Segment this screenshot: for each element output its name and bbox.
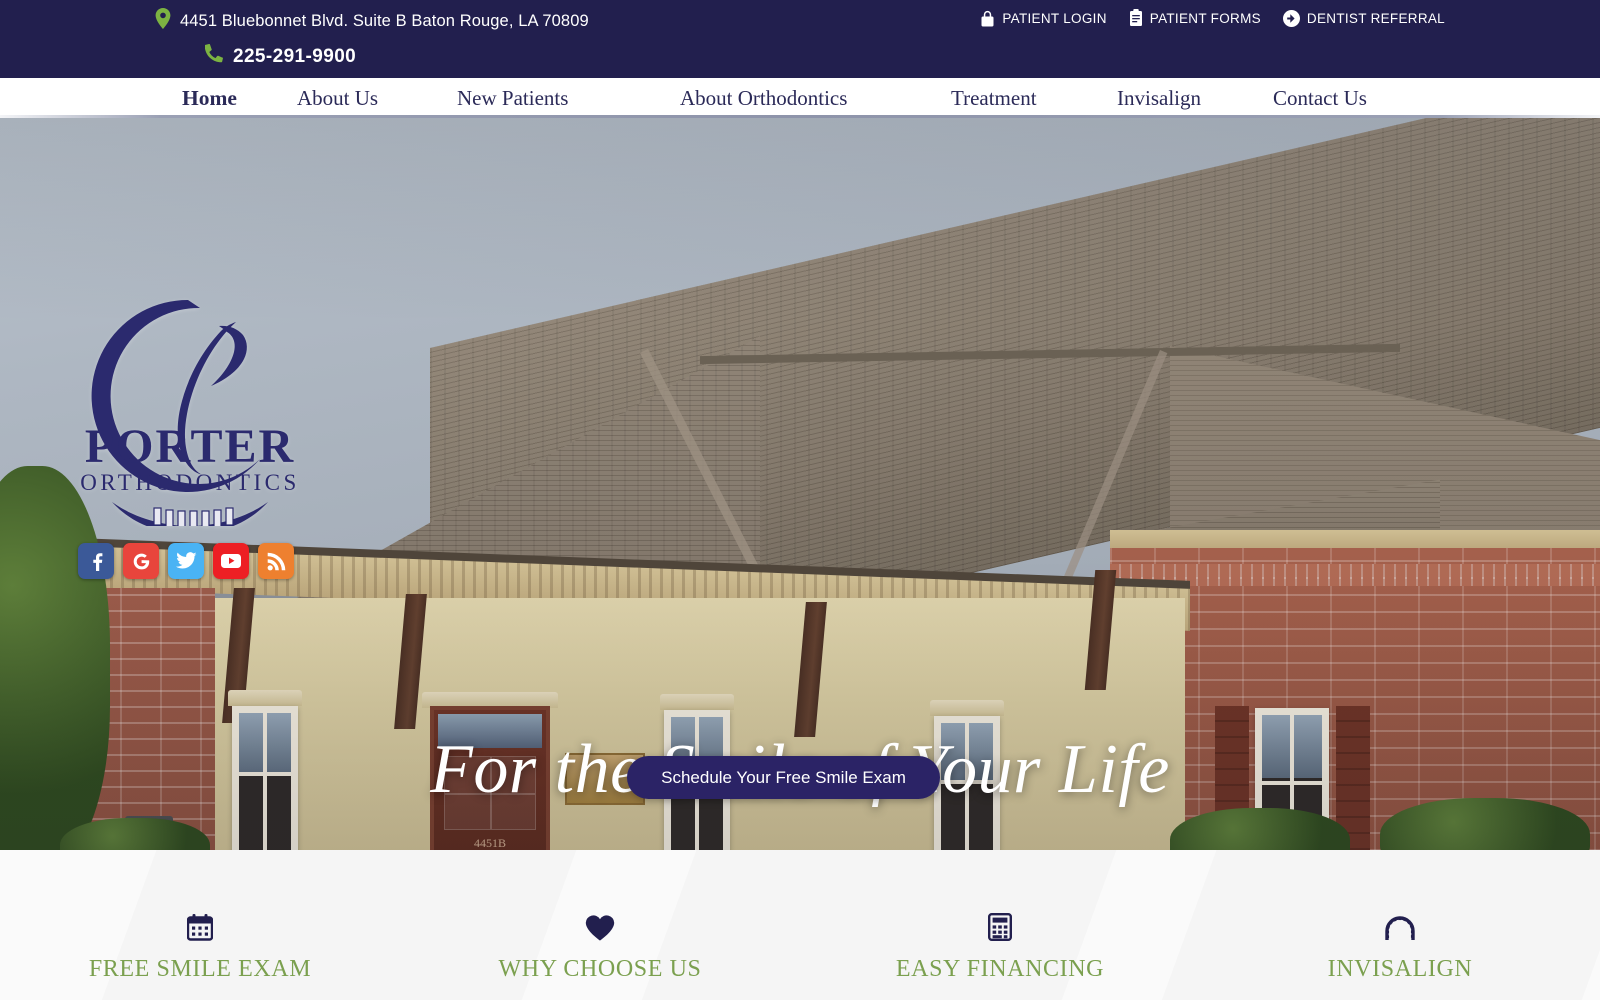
feature-free-smile-exam[interactable]: FREE SMILE EXAM bbox=[0, 850, 400, 1000]
hero-section: 4451B PORTER ORTHODONTICS For the Your L… bbox=[0, 118, 1600, 850]
nav-item-about-us[interactable]: About Us bbox=[297, 86, 378, 111]
clipboard-icon bbox=[1129, 9, 1143, 27]
phone-text: 225-291-9900 bbox=[233, 45, 357, 67]
feature-easy-financing[interactable]: EASY FINANCING bbox=[800, 850, 1200, 1000]
dental-aligner-icon bbox=[1383, 912, 1417, 942]
window-lintel-3 bbox=[930, 700, 1004, 716]
top-utility-bar: 4451 Bluebonnet Blvd. Suite B Baton Roug… bbox=[0, 0, 1600, 78]
patient-forms-label: PATIENT FORMS bbox=[1149, 10, 1261, 26]
schedule-free-smile-exam-button[interactable]: Schedule Your Free Smile Exam bbox=[627, 756, 940, 799]
map-pin-icon bbox=[155, 8, 171, 34]
nav-item-treatment[interactable]: Treatment bbox=[951, 86, 1037, 111]
feature-label: INVISALIGN bbox=[1327, 956, 1473, 982]
address-text: 4451 Bluebonnet Blvd. Suite B Baton Roug… bbox=[180, 11, 589, 30]
top-contact-group: 4451 Bluebonnet Blvd. Suite B Baton Roug… bbox=[0, 0, 760, 78]
patient-login-label: PATIENT LOGIN bbox=[1002, 10, 1107, 26]
door-address-number: 4451B bbox=[473, 836, 506, 850]
feature-why-choose-us[interactable]: WHY CHOOSE US bbox=[400, 850, 800, 1000]
nav-item-about-orthodontics[interactable]: About Orthodontics bbox=[680, 86, 847, 111]
feature-highlights-section: FREE SMILE EXAM WHY CHOOSE US EASY FINAN… bbox=[0, 850, 1600, 1000]
nav-list: Home About Us New Patients About Orthodo… bbox=[0, 78, 1600, 116]
dentist-referral-label: DENTIST REFERRAL bbox=[1306, 10, 1445, 26]
phone-block[interactable]: 225-291-9900 bbox=[204, 43, 357, 69]
nav-item-invisalign[interactable]: Invisalign bbox=[1117, 86, 1201, 111]
window-lintel-1 bbox=[228, 690, 302, 706]
calculator-icon bbox=[988, 912, 1012, 942]
svg-text:ORTHODONTICS: ORTHODONTICS bbox=[80, 470, 300, 495]
twitter-icon[interactable] bbox=[168, 543, 204, 579]
social-links bbox=[78, 543, 294, 579]
feature-label: EASY FINANCING bbox=[895, 956, 1105, 982]
heart-icon bbox=[585, 912, 615, 942]
dentist-referral-link[interactable]: DENTIST REFERRAL bbox=[1282, 9, 1445, 27]
main-navigation: Home About Us New Patients About Orthodo… bbox=[0, 78, 1600, 118]
calendar-icon bbox=[187, 912, 213, 942]
feature-invisalign[interactable]: INVISALIGN bbox=[1200, 850, 1600, 1000]
svg-text:PORTER: PORTER bbox=[85, 420, 295, 473]
feature-label: WHY CHOOSE US bbox=[498, 956, 702, 982]
nav-item-home[interactable]: Home bbox=[182, 86, 237, 111]
top-links-group: PATIENT LOGIN PATIENT FORMS DENTIST REFE… bbox=[980, 9, 1445, 27]
arrow-circle-right-icon bbox=[1282, 9, 1300, 27]
youtube-icon[interactable] bbox=[213, 543, 249, 579]
rss-icon[interactable] bbox=[258, 543, 294, 579]
feature-label: FREE SMILE EXAM bbox=[88, 956, 312, 982]
phone-icon bbox=[204, 43, 223, 69]
window-lintel-2 bbox=[660, 694, 734, 710]
feature-grid: FREE SMILE EXAM WHY CHOOSE US EASY FINAN… bbox=[0, 850, 1600, 1000]
porter-orthodontics-logo[interactable]: PORTER ORTHODONTICS bbox=[70, 286, 310, 526]
patient-login-link[interactable]: PATIENT LOGIN bbox=[980, 10, 1106, 27]
lock-icon bbox=[980, 10, 995, 27]
nav-item-new-patients[interactable]: New Patients bbox=[457, 86, 568, 111]
address-block[interactable]: 4451 Bluebonnet Blvd. Suite B Baton Roug… bbox=[155, 8, 589, 34]
nav-item-contact-us[interactable]: Contact Us bbox=[1273, 86, 1367, 111]
google-icon[interactable] bbox=[123, 543, 159, 579]
patient-forms-link[interactable]: PATIENT FORMS bbox=[1129, 9, 1261, 27]
facebook-icon[interactable] bbox=[78, 543, 114, 579]
